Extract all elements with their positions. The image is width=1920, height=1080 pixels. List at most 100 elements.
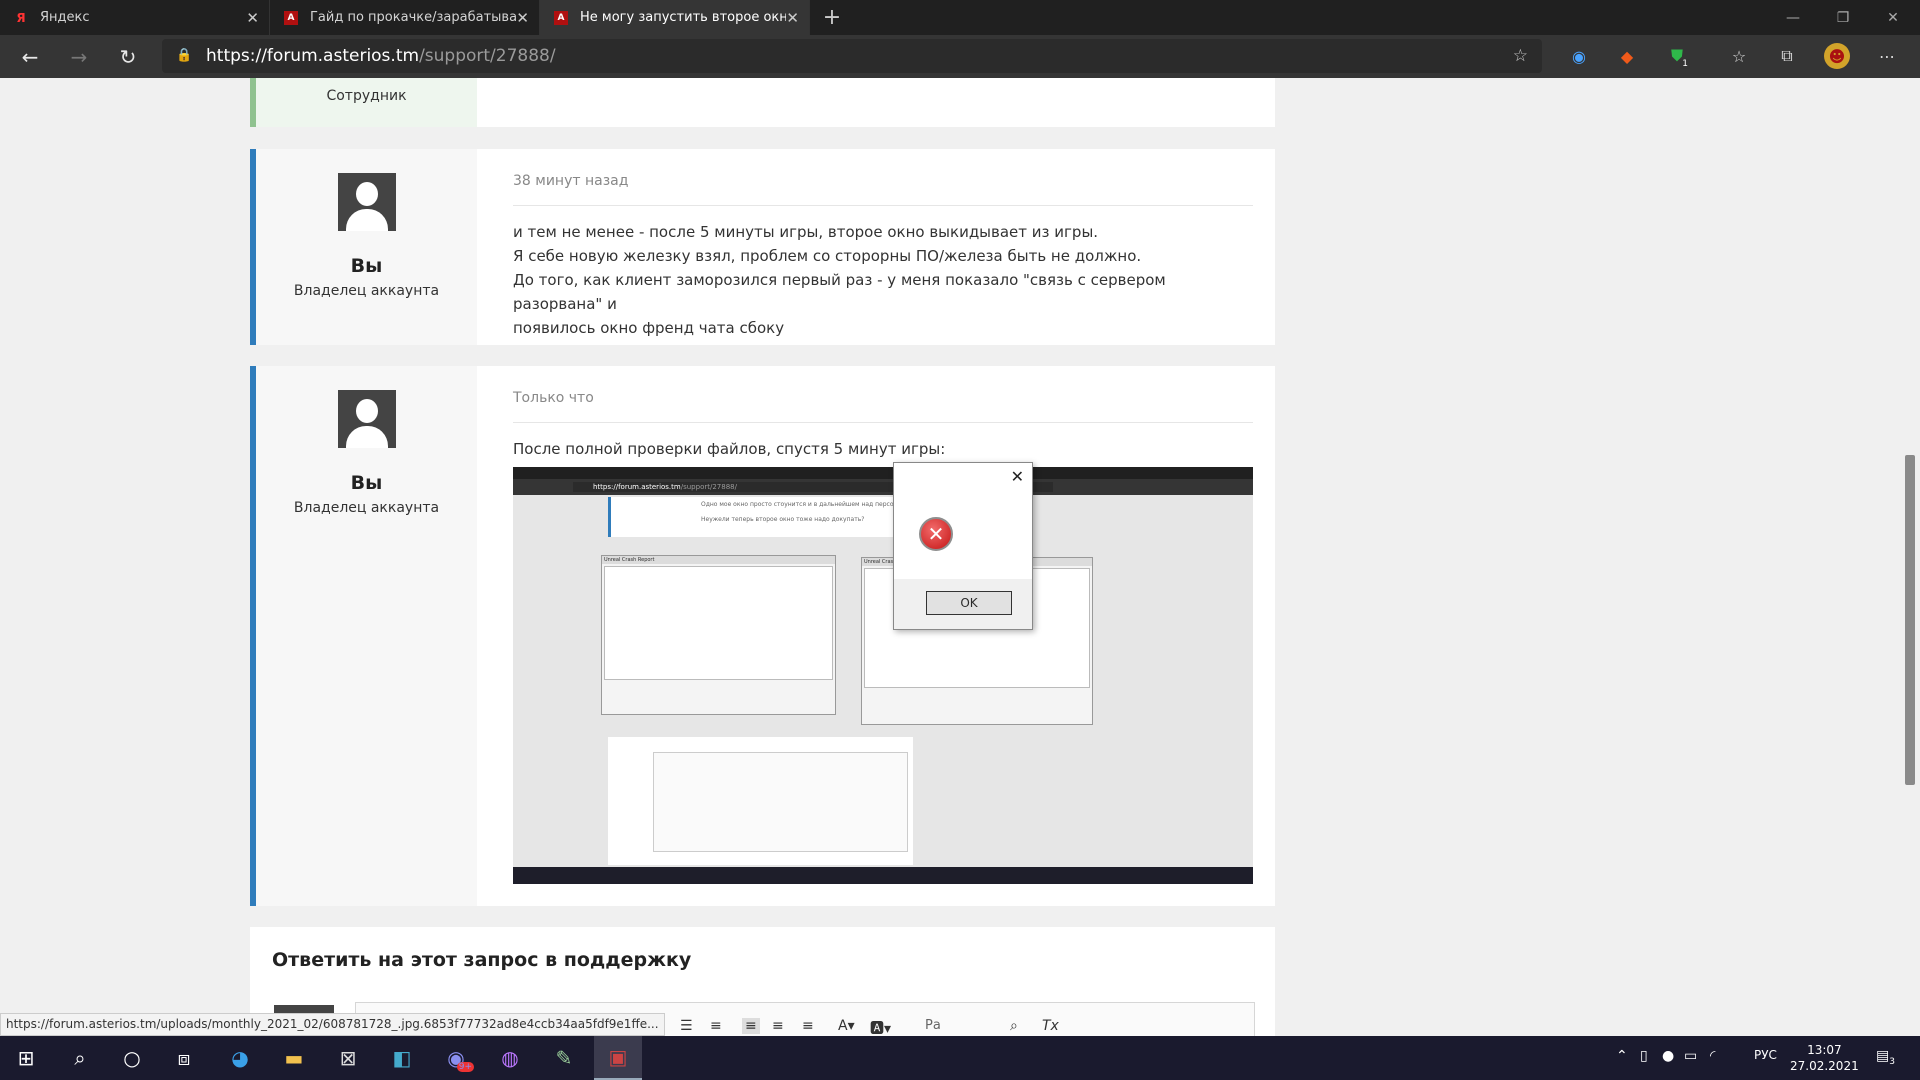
author-role: Сотрудник (326, 88, 407, 104)
post-time[interactable]: 38 минут назад (513, 149, 1253, 206)
browser-tab-bar: Я Яндекс ✕ A Гайд по прокачке/зарабатыва… (0, 0, 1920, 35)
file-explorer-icon[interactable]: ▬ (270, 1036, 318, 1080)
author-name[interactable]: Вы (256, 472, 477, 494)
close-tab-icon[interactable]: ✕ (246, 9, 259, 27)
favorites-icon[interactable]: ☆ (1726, 43, 1752, 69)
browser-toolbar: ← → ↻ 🔒 https://forum.asterios.tm/suppor… (0, 35, 1920, 78)
edge-icon[interactable]: ◕ (216, 1036, 264, 1080)
tab-title: Не могу запустить второе окно (580, 10, 786, 25)
numbered-list-icon[interactable]: ≡ (710, 1018, 722, 1034)
mini-window-title: Unreal Crash Report (602, 556, 835, 564)
lock-icon: 🔒 (176, 48, 193, 63)
tray-chevron-icon[interactable]: ⌃ (1616, 1048, 1628, 1064)
tab-guide[interactable]: A Гайд по прокачке/зарабатыван ✕ (270, 0, 540, 35)
post-time[interactable]: Только что (513, 366, 1253, 423)
find-icon[interactable]: ⌕ (1010, 1018, 1018, 1034)
align-right-icon[interactable]: ≡ (802, 1018, 814, 1034)
avatar[interactable] (337, 390, 396, 448)
restore-button[interactable]: ❐ (1820, 0, 1866, 35)
battery-icon[interactable]: ▭ (1684, 1048, 1697, 1064)
post-1: Вы Владелец аккаунта 38 минут назад и те… (250, 149, 1275, 345)
more-menu-icon[interactable]: ⋯ (1874, 43, 1900, 69)
extension-fire-icon[interactable]: ◆ (1614, 43, 1640, 69)
asterios-favicon-icon: A (554, 10, 568, 25)
post-sidebar: Вы Владелец аккаунта (250, 366, 477, 906)
align-left-icon[interactable]: ≡ (742, 1018, 760, 1034)
game-client-icon[interactable]: ▣ (594, 1036, 642, 1080)
attached-screenshot-image[interactable]: https://forum.asterios.tm/support/27888/… (513, 467, 1253, 884)
post-line: До того, как клиент заморозился первый р… (513, 271, 1166, 313)
avatar[interactable] (337, 173, 396, 231)
post-text: и тем не менее - после 5 минуты игры, вт… (513, 206, 1253, 340)
bullet-list-icon[interactable]: ☰ (680, 1018, 693, 1034)
align-center-icon[interactable]: ≡ (772, 1018, 784, 1034)
post-line: После полной проверки файлов, спустя 5 м… (513, 440, 946, 458)
extension-badge: 1 (1680, 59, 1690, 69)
background-color-icon[interactable]: 🅰▾ (870, 1018, 891, 1038)
tray-device-icon[interactable]: ▯ (1640, 1048, 1648, 1064)
start-icon[interactable]: ⊞ (2, 1036, 50, 1080)
task-view-icon[interactable]: ⧈ (160, 1036, 208, 1080)
text-color-icon[interactable]: A▾ (838, 1018, 855, 1034)
notification-count: 3 (1889, 1056, 1895, 1067)
windows-taskbar: ⊞ ⌕ ○ ⧈ ◕ ▬ ⊠ ◧ ◉ 9+ ◍ ✎ ▣ ⌃ ▯ ● ▭ ◜ РУС … (0, 1036, 1920, 1080)
post-line: появилось окно френд чата сбоку (513, 319, 785, 337)
favorite-add-icon[interactable]: ☆ (1513, 46, 1528, 66)
tab-title: Яндекс (40, 10, 90, 25)
font-size-select[interactable]: Ра (925, 1018, 941, 1033)
extension-color-icon[interactable]: ◉ (1566, 43, 1592, 69)
close-tab-icon[interactable]: ✕ (786, 9, 799, 27)
tab-yandex[interactable]: Я Яндекс ✕ (0, 0, 270, 35)
reload-button[interactable]: ↻ (109, 38, 147, 76)
author-role: Владелец аккаунта (293, 500, 440, 516)
new-tab-button[interactable]: + (810, 0, 854, 35)
page-scrollbar[interactable] (1900, 78, 1920, 1036)
app-icon[interactable]: ◧ (378, 1036, 426, 1080)
error-dialog: ✕ ✕ OK (893, 462, 1033, 630)
clock-date: 27.02.2021 (1790, 1059, 1859, 1073)
minimize-button[interactable]: — (1770, 0, 1816, 35)
profile-avatar-icon[interactable]: ☻ (1824, 43, 1850, 69)
post-text: После полной проверки файлов, спустя 5 м… (513, 423, 1253, 461)
mini-url-path: /support/27888/ (680, 483, 737, 491)
post-line: и тем не менее - после 5 минуты игры, вт… (513, 223, 1099, 241)
back-button[interactable]: ← (11, 38, 49, 76)
network-icon[interactable]: ◜ (1710, 1048, 1715, 1064)
url-host: https://forum.asterios.tm (206, 46, 420, 66)
scrollbar-thumb[interactable] (1905, 455, 1915, 785)
media-icon[interactable]: ◍ (486, 1036, 534, 1080)
discord-badge: 9+ (456, 1062, 474, 1072)
language-indicator[interactable]: РУС (1754, 1048, 1777, 1062)
extension-shield-icon[interactable]: ⛊ 1 (1664, 43, 1690, 69)
collections-icon[interactable]: ⧉ (1774, 43, 1800, 69)
tab-support-active[interactable]: A Не могу запустить второе окно ✕ (540, 0, 810, 35)
discord-icon[interactable]: ◉ 9+ (432, 1036, 480, 1080)
notification-icon[interactable]: ▤3 (1876, 1048, 1895, 1067)
mini-crash-window-left: Unreal Crash Report (601, 555, 836, 715)
asterios-favicon-icon: A (284, 10, 298, 25)
url-path: /support/27888/ (419, 46, 556, 66)
ok-button[interactable]: OK (926, 591, 1012, 615)
search-icon[interactable]: ⌕ (56, 1036, 104, 1080)
close-tab-icon[interactable]: ✕ (516, 9, 529, 27)
address-bar[interactable]: 🔒 https://forum.asterios.tm/support/2788… (162, 39, 1542, 73)
clock[interactable]: 13:07 27.02.2021 (1790, 1042, 1859, 1074)
status-url-tooltip: https://forum.asterios.tm/uploads/monthl… (0, 1013, 665, 1036)
previous-post-fragment: Сотрудник (250, 78, 1275, 127)
cortana-icon[interactable]: ○ (108, 1036, 156, 1080)
post-sidebar: Сотрудник (250, 78, 477, 127)
close-window-button[interactable]: ✕ (1870, 0, 1916, 35)
clock-time: 13:07 (1807, 1043, 1842, 1057)
app-feather-icon[interactable]: ✎ (540, 1036, 588, 1080)
microphone-icon[interactable]: ● (1662, 1048, 1674, 1064)
tab-title: Гайд по прокачке/зарабатыван (310, 10, 516, 25)
yandex-favicon-icon: Я (16, 10, 26, 25)
post-line: Я себе новую железку взял, проблем со ст… (513, 247, 1142, 265)
author-role: Владелец аккаунта (293, 283, 440, 299)
forward-button[interactable]: → (60, 38, 98, 76)
reply-heading: Ответить на этот запрос в поддержку (272, 949, 692, 971)
author-name[interactable]: Вы (256, 255, 477, 277)
close-icon[interactable]: ✕ (1011, 467, 1024, 486)
clear-format-icon[interactable]: Tx (1042, 1018, 1059, 1034)
store-icon[interactable]: ⊠ (324, 1036, 372, 1080)
